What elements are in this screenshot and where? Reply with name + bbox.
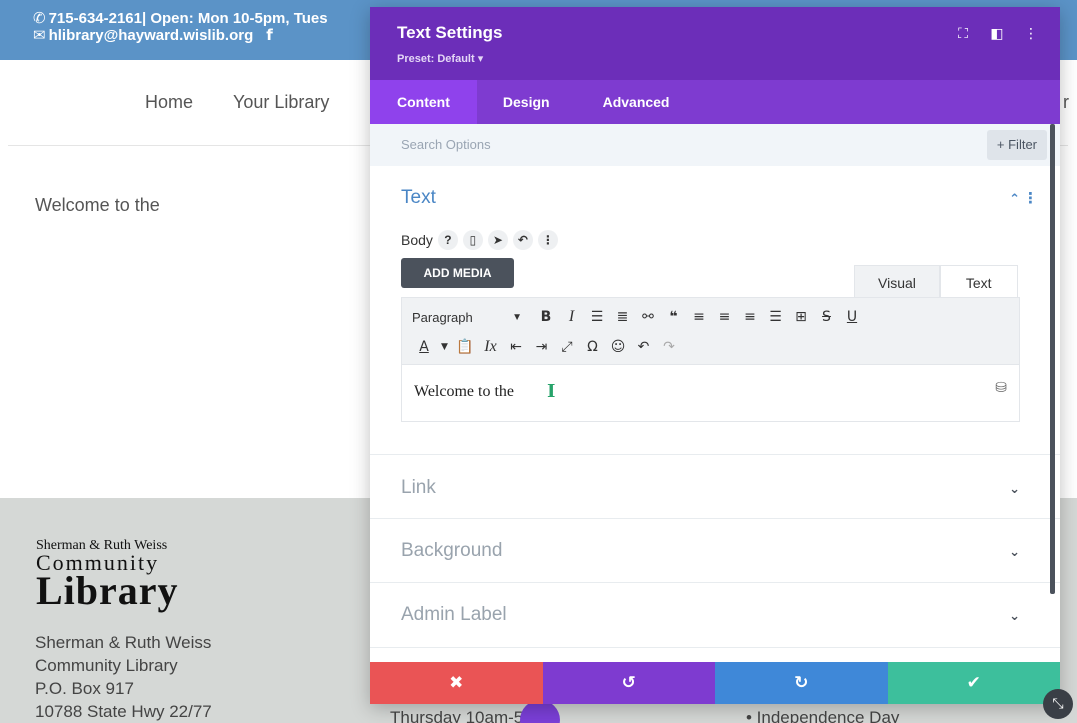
- filter-button[interactable]: + Filter: [986, 130, 1047, 160]
- add-media-button[interactable]: ADD MEDIA: [401, 258, 514, 288]
- text-editor-area[interactable]: Welcome to the I ⛁: [401, 365, 1020, 422]
- undo-button[interactable]: ↺: [542, 662, 715, 704]
- undo-icon[interactable]: ↶: [632, 336, 656, 358]
- text-settings-modal: Text Settings Preset: Default ▾ ⛶ ◧ ⋮ Co…: [370, 7, 1060, 704]
- text-cursor-icon: I: [547, 381, 556, 402]
- toolbar-row-1: Paragraph ▼ B I ☰ ≣ ⚯ ❝ ≡ ≡ ≡ ☰ ⊞ S U: [412, 306, 866, 328]
- section-divider: [370, 518, 1060, 519]
- section-title-background[interactable]: Background: [401, 540, 502, 562]
- address-line: Sherman & Ruth Weiss: [35, 633, 212, 652]
- modal-action-bar: ✖ ↺ ↻ ✔: [370, 662, 1060, 704]
- chevron-down-icon[interactable]: ⌄: [1009, 544, 1020, 560]
- editor-toolbar: Paragraph ▼ B I ☰ ≣ ⚯ ❝ ≡ ≡ ≡ ☰ ⊞ S U A …: [401, 297, 1020, 365]
- tab-design[interactable]: Design: [477, 80, 576, 124]
- tab-text[interactable]: Text: [939, 265, 1018, 297]
- tab-visual[interactable]: Visual: [854, 265, 940, 297]
- modal-header: Text Settings Preset: Default ▾ ⛶ ◧ ⋮: [370, 7, 1060, 80]
- more-options-icon[interactable]: ⋮: [1024, 25, 1038, 42]
- section-title-link[interactable]: Link: [401, 477, 436, 499]
- strikethrough-icon[interactable]: S: [815, 306, 839, 328]
- nav-item-home[interactable]: Home: [145, 92, 193, 113]
- modal-header-icons: ⛶ ◧ ⋮: [956, 25, 1038, 42]
- text-color-icon[interactable]: A: [412, 336, 436, 358]
- body-label: Body: [401, 232, 433, 248]
- cancel-button[interactable]: ✖: [370, 662, 543, 704]
- logo-line-3: Library: [36, 568, 179, 613]
- indent-icon[interactable]: ⇥: [530, 336, 554, 358]
- align-center-icon[interactable]: ≡: [713, 306, 737, 328]
- nav-item-partial[interactable]: r: [1063, 92, 1069, 113]
- toolbar-row-2: A ▼ 📋 Ix ⇤ ⇥ ⤢ Ω ☺ ↶ ↷: [412, 336, 683, 358]
- address-line: Community Library: [35, 656, 178, 675]
- emoji-icon[interactable]: ☺: [606, 336, 630, 358]
- section-title-text[interactable]: Text: [401, 187, 436, 209]
- bullet-list-icon[interactable]: ☰: [585, 306, 609, 328]
- underline-icon[interactable]: U: [840, 306, 864, 328]
- modal-scrollbar[interactable]: [1050, 124, 1055, 594]
- field-more-icon[interactable]: ⋮: [537, 230, 558, 250]
- redo-icon[interactable]: ↷: [657, 336, 681, 358]
- body-field-row: Body ? ▯ ➤ ↶ ⋮: [401, 230, 558, 250]
- align-right-icon[interactable]: ≡: [738, 306, 762, 328]
- align-left-icon[interactable]: ≡: [687, 306, 711, 328]
- chevron-down-icon[interactable]: ⌄: [1009, 481, 1020, 497]
- caret-down-icon: ▼: [512, 311, 522, 323]
- redo-button[interactable]: ↻: [715, 662, 888, 704]
- dynamic-content-icon[interactable]: ⛁: [995, 379, 1007, 396]
- save-button[interactable]: ✔: [887, 662, 1060, 704]
- outdent-icon[interactable]: ⇤: [504, 336, 528, 358]
- tab-advanced[interactable]: Advanced: [576, 80, 697, 124]
- special-char-icon[interactable]: Ω: [581, 336, 605, 358]
- section-divider: [370, 454, 1060, 455]
- modal-title: Text Settings: [397, 23, 503, 42]
- resize-handle-icon[interactable]: ⤡: [1043, 689, 1073, 719]
- fullscreen-editor-icon[interactable]: ⤢: [555, 336, 579, 358]
- address-line: P.O. Box 917: [35, 679, 134, 698]
- footer-address: Sherman & Ruth Weiss Community Library P…: [35, 631, 212, 723]
- chevron-up-icon[interactable]: ⌃: [1009, 191, 1020, 207]
- search-options-bar[interactable]: Search Options + Filter: [370, 124, 1060, 166]
- search-input[interactable]: Search Options: [401, 137, 491, 152]
- email-icon: ✉: [33, 27, 46, 44]
- phone-hours-text: 715-634-2161| Open: Mon 10-5pm, Tues: [48, 10, 328, 27]
- page-welcome-text: Welcome to the: [35, 195, 160, 215]
- bold-icon[interactable]: B: [534, 306, 558, 328]
- blockquote-icon[interactable]: ❝: [662, 306, 686, 328]
- section-more-icon[interactable]: ⋮: [1023, 189, 1038, 207]
- link-icon[interactable]: ⚯: [636, 306, 660, 328]
- paste-text-icon[interactable]: 📋: [453, 336, 477, 358]
- format-select[interactable]: Paragraph ▼: [412, 306, 532, 328]
- tab-content[interactable]: Content: [370, 80, 477, 124]
- address-line: 10788 State Hwy 22/77: [35, 702, 212, 721]
- numbered-list-icon[interactable]: ≣: [611, 306, 635, 328]
- facebook-icon[interactable]: f: [266, 27, 273, 44]
- chevron-down-icon[interactable]: ⌄: [1009, 608, 1020, 624]
- split-view-icon[interactable]: ◧: [990, 25, 1004, 42]
- justify-icon[interactable]: ☰: [764, 306, 788, 328]
- section-divider: [370, 582, 1060, 583]
- reset-icon[interactable]: ↶: [512, 230, 533, 250]
- format-select-value: Paragraph: [412, 309, 473, 325]
- editor-mode-tabs: Visual Text: [854, 265, 1018, 297]
- editor-content[interactable]: Welcome to the: [414, 383, 514, 401]
- preset-dropdown[interactable]: Preset: Default ▾: [397, 52, 483, 65]
- library-logo: Sherman & Ruth Weiss Community Library: [36, 538, 179, 613]
- table-icon[interactable]: ⊞: [789, 306, 813, 328]
- hover-cursor-icon[interactable]: ➤: [487, 230, 508, 250]
- email-text[interactable]: hlibrary@hayward.wislib.org: [49, 27, 254, 44]
- footer-holiday: • Independence Day: [746, 708, 900, 723]
- section-divider: [370, 647, 1060, 648]
- fullscreen-icon[interactable]: ⛶: [956, 25, 970, 42]
- clear-format-icon[interactable]: Ix: [479, 336, 503, 358]
- section-title-admin-label[interactable]: Admin Label: [401, 604, 507, 626]
- modal-tabs: Content Design Advanced: [370, 80, 1060, 124]
- italic-icon[interactable]: I: [560, 306, 584, 328]
- color-caret-icon[interactable]: ▼: [438, 336, 452, 358]
- phone-icon: ✆: [33, 10, 46, 27]
- responsive-icon[interactable]: ▯: [462, 230, 483, 250]
- nav-item-your-library[interactable]: Your Library: [233, 92, 329, 113]
- help-icon[interactable]: ?: [437, 230, 458, 250]
